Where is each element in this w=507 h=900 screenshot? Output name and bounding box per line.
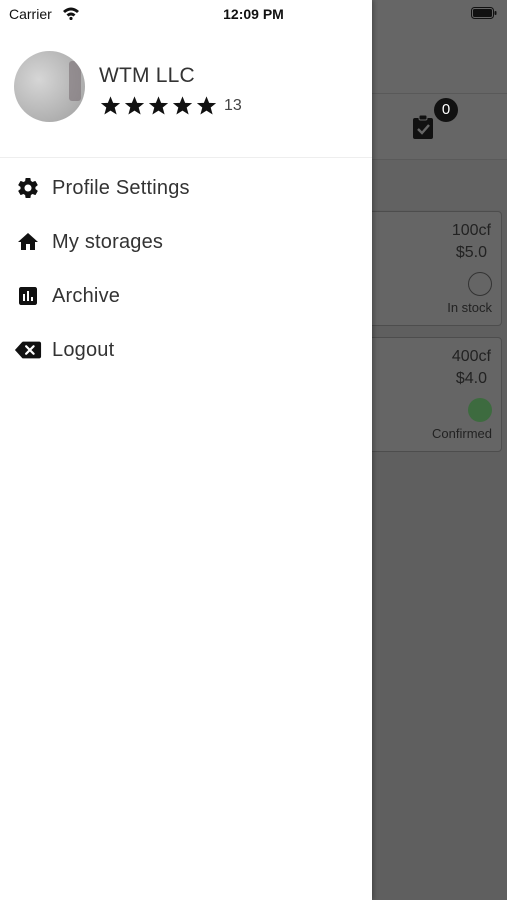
star-icon	[100, 96, 121, 115]
star-icon	[172, 96, 193, 115]
status-bar: Carrier 12:09 PM	[0, 0, 507, 28]
menu-item-label: Logout	[52, 338, 115, 361]
star-icon	[196, 96, 217, 115]
battery-icon	[471, 7, 497, 19]
drawer-menu: Profile Settings My storages Archive Log…	[0, 161, 372, 377]
menu-item-logout[interactable]: Logout	[0, 323, 372, 377]
menu-item-my-storages[interactable]: My storages	[0, 215, 372, 269]
status-indicator	[468, 398, 492, 422]
card-price: $5.0	[455, 244, 487, 261]
menu-item-label: Archive	[52, 284, 121, 307]
menu-item-archive[interactable]: Archive	[0, 269, 372, 323]
navigation-drawer: WTM LLC 13 Profile Settings My storages …	[0, 0, 372, 900]
avatar-detail	[69, 61, 81, 101]
clipboard-check-icon[interactable]	[411, 114, 435, 140]
storage-card[interactable]: 100cf $5.0 In stock	[355, 211, 502, 326]
avatar[interactable]	[14, 51, 85, 122]
card-price: $4.0	[455, 370, 487, 387]
rating-count: 13	[224, 96, 242, 114]
menu-item-label: Profile Settings	[52, 176, 190, 199]
card-size: 100cf	[451, 222, 491, 239]
bar-chart-icon	[14, 282, 42, 310]
star-icon	[148, 96, 169, 115]
home-icon	[14, 228, 42, 256]
status-time: 12:09 PM	[223, 6, 284, 22]
card-size: 400cf	[451, 348, 491, 365]
company-name: WTM LLC	[99, 64, 195, 87]
status-indicator	[468, 272, 492, 296]
menu-item-profile-settings[interactable]: Profile Settings	[0, 161, 372, 215]
card-status: Confirmed	[432, 426, 492, 441]
star-icon	[124, 96, 145, 115]
backspace-icon	[14, 336, 42, 364]
storage-card[interactable]: 400cf $4.0 Confirmed	[355, 337, 502, 452]
gear-icon	[14, 174, 42, 202]
menu-item-label: My storages	[52, 230, 164, 253]
notification-badge: 0	[434, 98, 458, 122]
card-status: In stock	[447, 300, 492, 315]
rating-stars: 13	[100, 95, 242, 116]
